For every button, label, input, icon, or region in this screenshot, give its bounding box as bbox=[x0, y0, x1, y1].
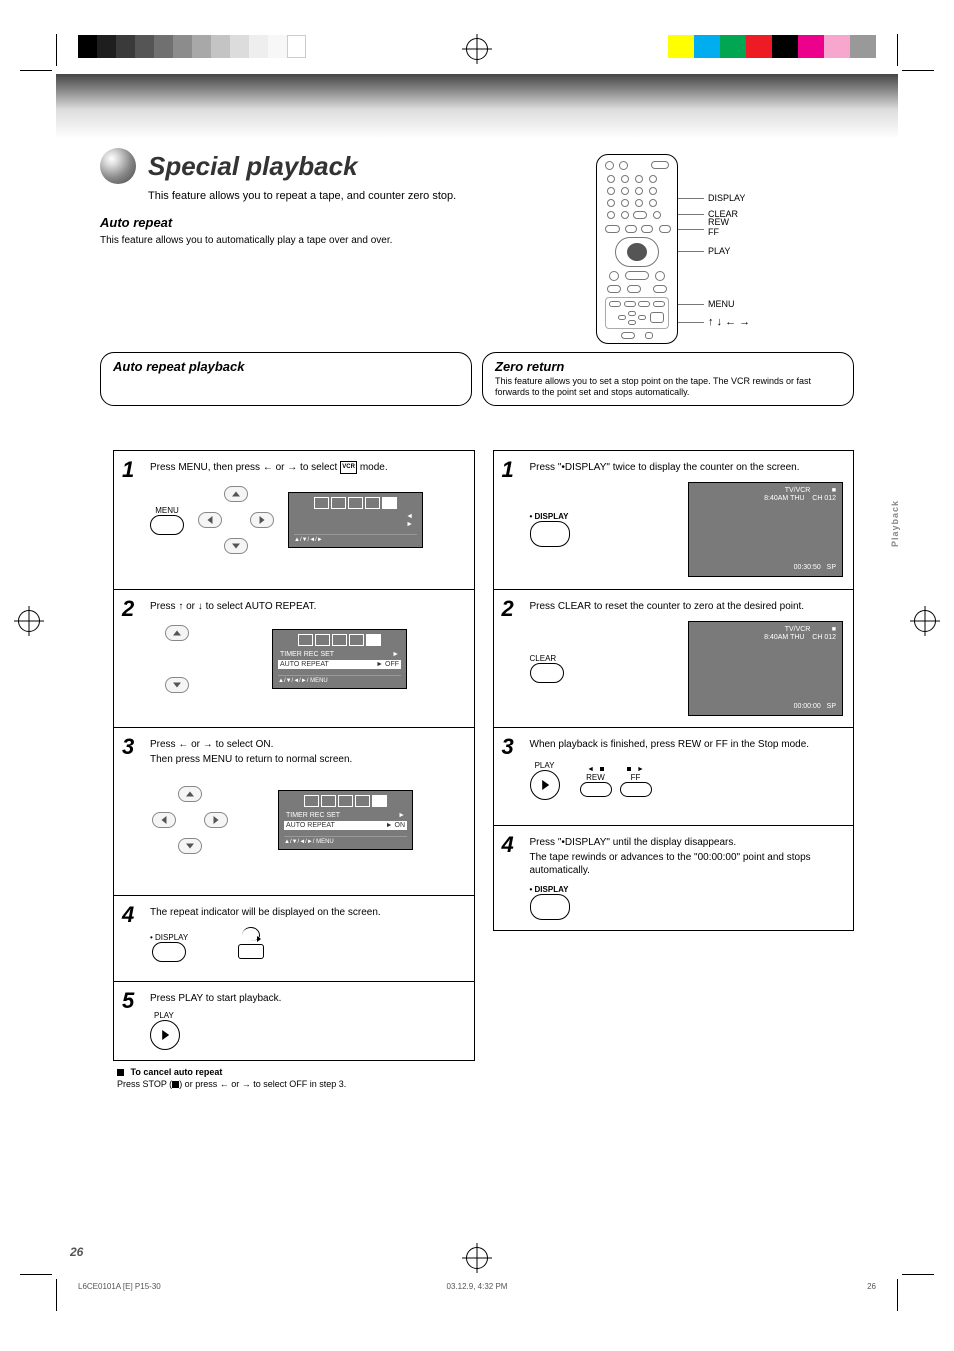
step-box: 5 Press PLAY to start playback. PLAY bbox=[113, 982, 475, 1061]
crop-mark bbox=[892, 1269, 934, 1311]
step-text: The repeat indicator will be displayed o… bbox=[150, 906, 464, 919]
osd-screen: TIMER REC SET► AUTO REPEAT► OFF ▲/▼/◄/►/… bbox=[272, 629, 407, 688]
step-number: 4 bbox=[502, 832, 514, 858]
step-box: 3 When playback is finished, press REW o… bbox=[493, 728, 855, 826]
tab-auto-repeat: Auto repeat playback bbox=[100, 352, 472, 406]
button-label: MENU bbox=[150, 506, 184, 515]
intro-title: Auto repeat bbox=[100, 215, 600, 230]
step-number: 1 bbox=[502, 457, 514, 483]
step-number: 1 bbox=[122, 457, 134, 483]
step-text: When playback is finished, press REW or … bbox=[530, 738, 844, 751]
osd-screen: ◄► ▲/▼/◄/► bbox=[288, 492, 423, 548]
ff-button-icon bbox=[620, 782, 652, 797]
step-box: 2 Press CLEAR to reset the counter to ze… bbox=[493, 590, 855, 728]
step-number: 4 bbox=[122, 902, 134, 928]
button-label: REW bbox=[580, 773, 612, 782]
dpad-icon bbox=[150, 784, 230, 856]
step-box: 1 Press "•DISPLAY" twice to display the … bbox=[493, 450, 855, 590]
button-label: • DISPLAY bbox=[530, 885, 844, 894]
registration-mark bbox=[914, 610, 936, 632]
intro-text: This feature allows you to automatically… bbox=[100, 234, 600, 247]
footnote: To cancel auto repeat Press STOP () or p… bbox=[113, 1067, 475, 1090]
page-number: 26 bbox=[70, 1245, 83, 1259]
step-number: 2 bbox=[502, 596, 514, 622]
dpad-icon bbox=[196, 484, 276, 556]
step-text: Press "•DISPLAY" twice to display the co… bbox=[530, 461, 844, 474]
tab-zero-return: Zero return This feature allows you to s… bbox=[482, 352, 854, 406]
registration-mark bbox=[466, 38, 488, 60]
button-label: PLAY bbox=[154, 1011, 464, 1020]
osd-footer: ▲/▼/◄/►/ MENU bbox=[278, 675, 401, 684]
color-swatches bbox=[668, 35, 876, 58]
remote-label-menu: MENU bbox=[708, 299, 735, 309]
display-button-icon bbox=[530, 894, 570, 920]
osd-footer: ▲/▼/◄/►/ MENU bbox=[284, 836, 407, 845]
footer-filename: L6CE0101A [E] P15-30 bbox=[78, 1282, 161, 1291]
vcr-icon: VCR bbox=[340, 461, 357, 474]
bullet-sphere-icon bbox=[100, 148, 136, 184]
columns: 1 Press MENU, then press ← or → to selec… bbox=[113, 450, 854, 1090]
step-text: Press PLAY to start playback. bbox=[150, 992, 464, 1005]
step-text: Press CLEAR to reset the counter to zero… bbox=[530, 600, 844, 613]
registration-mark bbox=[18, 610, 40, 632]
play-button-icon bbox=[530, 770, 560, 800]
intro-block: Auto repeat This feature allows you to a… bbox=[100, 215, 600, 247]
remote-label-arrows: ↑ ↓ ← → bbox=[708, 316, 750, 328]
header-gradient bbox=[56, 74, 898, 139]
step-text: Press ← or → to select ON. Then press ME… bbox=[150, 738, 464, 766]
remote-diagram: DISPLAY CLEAR REWFF PLAY MENU ↑ ↓ ← → bbox=[596, 154, 856, 344]
button-label: CLEAR bbox=[530, 654, 564, 663]
footer-date: 03.12.9, 4:32 PM bbox=[447, 1282, 508, 1291]
indicator-rect-icon bbox=[238, 944, 264, 959]
crop-mark bbox=[20, 1269, 62, 1311]
left-column: 1 Press MENU, then press ← or → to selec… bbox=[113, 450, 475, 1090]
osd-footer: ▲/▼/◄/► bbox=[294, 534, 417, 543]
right-column: 1 Press "•DISPLAY" twice to display the … bbox=[493, 450, 855, 1090]
step-box: 1 Press MENU, then press ← or → to selec… bbox=[113, 450, 475, 590]
step-text: Press MENU, then press ← or → to select … bbox=[150, 461, 464, 474]
dpad-icon bbox=[150, 623, 204, 695]
step-number: 3 bbox=[122, 734, 134, 760]
step-box: 4 The repeat indicator will be displayed… bbox=[113, 896, 475, 982]
bullet-square-icon bbox=[117, 1069, 124, 1076]
tv-screen: TV/VCR ■ 8:40AM THU CH 012 00:00:00 SP bbox=[688, 621, 843, 716]
tab-title: Zero return bbox=[495, 359, 841, 374]
step-number: 3 bbox=[502, 734, 514, 760]
clear-button-icon bbox=[530, 663, 564, 683]
remote-label-display: DISPLAY bbox=[708, 193, 745, 203]
repeat-icon bbox=[242, 927, 260, 941]
remote-outline bbox=[596, 154, 678, 344]
step-text: Press ↑ or ↓ to select AUTO REPEAT. bbox=[150, 600, 464, 613]
section-tabs: Auto repeat playback Zero return This fe… bbox=[100, 352, 854, 406]
osd-prompt: ◄► bbox=[294, 513, 417, 528]
side-section-label: Playback bbox=[890, 500, 900, 547]
menu-button-icon bbox=[150, 515, 184, 535]
tab-sub: This feature allows you to set a stop po… bbox=[495, 376, 841, 399]
osd-screen: TIMER REC SET► AUTO REPEAT► ON ▲/▼/◄/►/ … bbox=[278, 790, 413, 849]
step-number: 5 bbox=[122, 988, 134, 1014]
registration-mark bbox=[466, 1247, 488, 1269]
step-box: 4 Press "•DISPLAY" until the display dis… bbox=[493, 826, 855, 931]
button-label: • DISPLAY bbox=[150, 933, 188, 942]
step-box: 3 Press ← or → to select ON. Then press … bbox=[113, 728, 475, 896]
footer-page-info: 26 bbox=[867, 1282, 876, 1291]
gray-swatches bbox=[78, 35, 306, 58]
tab-title: Auto repeat playback bbox=[113, 359, 459, 374]
step-number: 2 bbox=[122, 596, 134, 622]
button-label: FF bbox=[620, 773, 652, 782]
button-label: • DISPLAY bbox=[530, 512, 570, 521]
step-box: 2 Press ↑ or ↓ to select AUTO REPEAT. TI… bbox=[113, 590, 475, 728]
play-button-icon bbox=[150, 1020, 180, 1050]
button-label: PLAY bbox=[530, 761, 560, 770]
page-title: Special playback bbox=[148, 151, 358, 182]
display-button-icon bbox=[152, 942, 186, 962]
tv-screen: TV/VCR ■ 8:40AM THU CH 012 00:30:50 SP bbox=[688, 482, 843, 577]
remote-label-play: PLAY bbox=[708, 246, 730, 256]
rew-button-icon bbox=[580, 782, 612, 797]
display-button-icon bbox=[530, 521, 570, 547]
page: Special playback This feature allows you… bbox=[0, 0, 954, 1351]
remote-label-rew-ff: REWFF bbox=[708, 218, 729, 238]
step-text: Press "•DISPLAY" until the display disap… bbox=[530, 836, 844, 877]
